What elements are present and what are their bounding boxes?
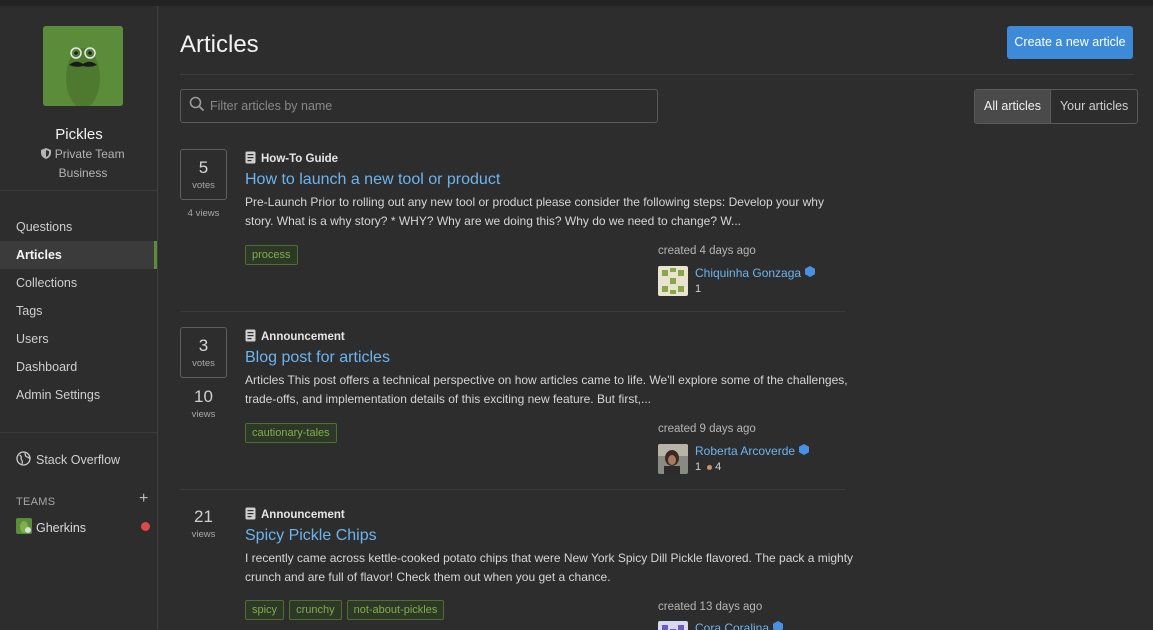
team-logo[interactable]	[43, 26, 123, 106]
filter-input[interactable]	[210, 99, 650, 113]
moderator-badge-icon	[799, 444, 810, 458]
page-title: Articles	[180, 31, 259, 58]
document-icon	[245, 329, 256, 345]
team-plan: Business	[58, 166, 108, 180]
vote-label: votes	[192, 358, 215, 369]
article-type: Announcement	[245, 329, 345, 345]
moderator-badge-icon	[773, 621, 784, 630]
tag[interactable]: crunchy	[289, 600, 342, 620]
stack-overflow-label: Stack Overflow	[36, 453, 121, 467]
author-name[interactable]: Roberta Arcoverde	[695, 444, 810, 458]
view-count: 21 views	[180, 507, 227, 540]
tag-list: cautionary-tales	[245, 423, 337, 443]
avatar[interactable]	[658, 444, 688, 474]
notification-dot	[141, 522, 150, 531]
filter-box	[180, 89, 658, 123]
article-excerpt: Pre-Launch Prior to rolling out any new …	[245, 195, 824, 228]
author-name-label: Cora Coralina	[695, 621, 770, 630]
view-label: views	[191, 409, 216, 420]
team-gherkins-label: Gherkins	[36, 520, 87, 535]
team-gherkins[interactable]: Gherkins	[16, 518, 86, 537]
your-articles-tab[interactable]: Your articles	[1051, 90, 1137, 123]
author-card: Chiquinha Gonzaga 1	[658, 266, 816, 296]
author-name-label: Chiquinha Gonzaga	[695, 266, 802, 280]
nav-admin-settings[interactable]: Admin Settings	[0, 381, 157, 409]
pickle-mascot-icon	[43, 26, 123, 106]
author-card: Cora Coralina	[658, 621, 784, 630]
create-article-button[interactable]: Create a new article	[1007, 26, 1133, 59]
avatar[interactable]	[658, 621, 688, 630]
nav-tags[interactable]: Tags	[0, 297, 157, 325]
author-name[interactable]: Chiquinha Gonzaga	[695, 266, 816, 280]
article-type: How-To Guide	[245, 151, 338, 167]
author-card: Roberta Arcoverde 1 4	[658, 444, 810, 474]
view-number: 21	[194, 507, 213, 526]
article-type: Announcement	[245, 507, 345, 523]
sidebar: Pickles Private Team Business Questions …	[0, 6, 158, 630]
divider	[180, 74, 1133, 75]
view-count: 10 views	[180, 387, 227, 420]
divider	[180, 489, 845, 490]
document-icon	[245, 151, 256, 167]
tag[interactable]: process	[245, 245, 298, 265]
divider	[0, 190, 157, 191]
article-title[interactable]: How to launch a new tool or product	[245, 171, 500, 189]
tag-list: process	[245, 245, 298, 265]
divider	[180, 311, 845, 312]
add-team-button[interactable]: +	[139, 490, 148, 508]
team-visibility: Private Team	[0, 147, 166, 162]
moderator-badge-icon	[805, 266, 816, 280]
article-type-label: Announcement	[261, 509, 345, 521]
reputation: 1 4	[695, 461, 809, 473]
bronze-badge-count: 4	[715, 461, 722, 473]
stack-overflow-link[interactable]: Stack Overflow	[16, 451, 120, 469]
document-icon	[245, 507, 256, 523]
article-excerpt: I recently came across kettle-cooked pot…	[245, 551, 854, 584]
nav-articles[interactable]: Articles	[0, 241, 157, 269]
gherkins-team-icon	[16, 518, 32, 537]
reputation: 1	[695, 283, 702, 295]
vote-count: 5 votes	[180, 149, 227, 200]
search-icon	[189, 96, 205, 117]
tag[interactable]: not-about-pickles	[346, 600, 445, 620]
view-count: 4 views	[187, 208, 220, 219]
author-name-label: Roberta Arcoverde	[695, 444, 796, 458]
all-articles-tab[interactable]: All articles	[975, 90, 1051, 123]
team-visibility-label: Private Team	[54, 147, 125, 161]
shield-icon	[41, 148, 52, 162]
view-label: views	[191, 529, 216, 540]
created-time: created 4 days ago	[658, 245, 756, 257]
article-type-label: Announcement	[261, 331, 345, 343]
created-time: created 13 days ago	[658, 601, 763, 613]
article-title[interactable]: Spicy Pickle Chips	[245, 527, 377, 545]
vote-number: 3	[198, 336, 209, 355]
author-name[interactable]: Cora Coralina	[695, 621, 784, 630]
view-number: 10	[194, 387, 213, 406]
vote-count: 3 votes	[180, 327, 227, 378]
nav-users[interactable]: Users	[0, 325, 157, 353]
nav-dashboard[interactable]: Dashboard	[0, 353, 157, 381]
article-excerpt: Articles This post offers a technical pe…	[245, 373, 848, 406]
article-type-label: How-To Guide	[261, 153, 339, 165]
nav-collections[interactable]: Collections	[0, 269, 157, 297]
team-name: Pickles	[55, 126, 103, 143]
top-strip	[0, 0, 1153, 6]
tag[interactable]: spicy	[245, 600, 285, 620]
nav-questions[interactable]: Questions	[0, 213, 157, 241]
avatar[interactable]	[658, 266, 688, 296]
article-filter-toggle: All articles Your articles	[974, 89, 1139, 124]
teams-label: TEAMS	[16, 496, 56, 508]
reputation-score: 1	[695, 461, 702, 473]
bronze-badge-icon	[707, 464, 713, 470]
vote-label: votes	[192, 180, 215, 191]
vote-number: 5	[198, 158, 209, 177]
globe-icon	[16, 451, 31, 469]
created-time: created 9 days ago	[658, 423, 756, 435]
divider	[0, 432, 157, 433]
tag[interactable]: cautionary-tales	[245, 423, 337, 443]
tag-list: spicy crunchy not-about-pickles	[245, 600, 445, 620]
article-title[interactable]: Blog post for articles	[245, 349, 390, 367]
